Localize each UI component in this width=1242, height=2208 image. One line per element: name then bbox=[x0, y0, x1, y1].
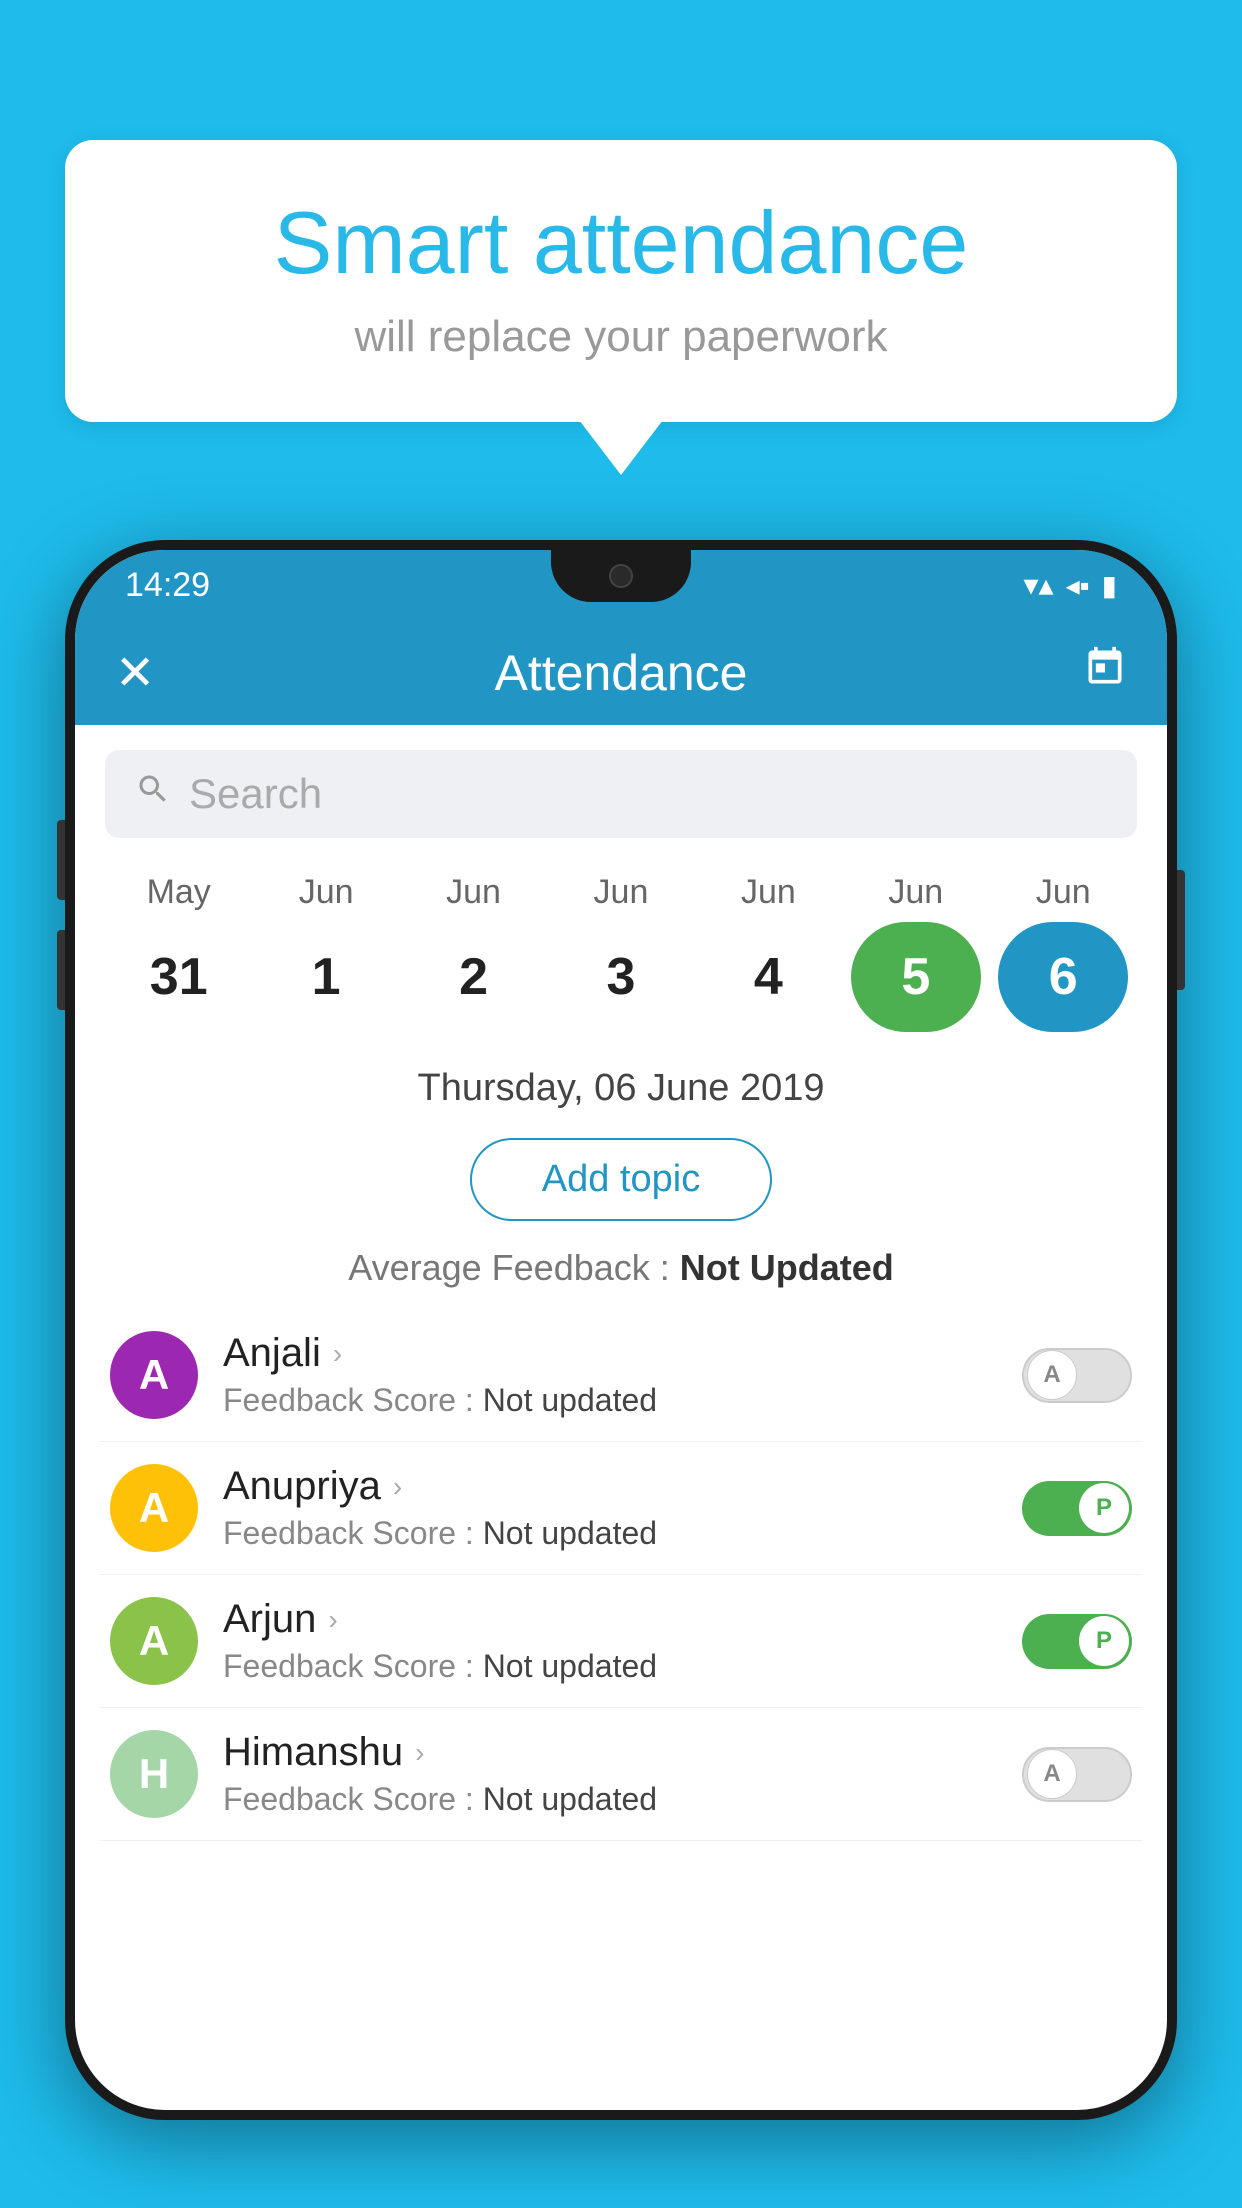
student-feedback-0: Feedback Score : Not updated bbox=[223, 1382, 997, 1419]
student-avatar-1: A bbox=[110, 1464, 198, 1552]
speech-bubble-container: Smart attendance will replace your paper… bbox=[65, 140, 1177, 475]
speech-bubble-arrow bbox=[579, 420, 663, 475]
student-feedback-3: Feedback Score : Not updated bbox=[223, 1781, 997, 1818]
student-info-3: Himanshu › Feedback Score : Not updated bbox=[223, 1730, 997, 1818]
date-item-5[interactable]: 5 bbox=[851, 922, 981, 1032]
app-bar-title: Attendance bbox=[175, 644, 1067, 702]
add-topic-container: Add topic bbox=[75, 1138, 1167, 1221]
month-label-4: Jun bbox=[703, 873, 833, 912]
student-avatar-3: H bbox=[110, 1730, 198, 1818]
month-label-1: Jun bbox=[261, 873, 391, 912]
month-label-5: Jun bbox=[851, 873, 981, 912]
add-topic-button[interactable]: Add topic bbox=[470, 1138, 772, 1221]
toggle-thumb-3: A bbox=[1027, 1749, 1077, 1799]
toggle-thumb-1: P bbox=[1079, 1483, 1129, 1533]
search-placeholder: Search bbox=[189, 770, 1107, 818]
phone-screen: 14:29 ▾▴ ◂▪ ▮ ✕ Attendance bbox=[75, 550, 1167, 2110]
date-item-0[interactable]: 31 bbox=[114, 922, 244, 1032]
phone-notch bbox=[551, 550, 691, 602]
search-bar[interactable]: Search bbox=[105, 750, 1137, 838]
status-icons: ▾▴ ◂▪ ▮ bbox=[1023, 568, 1117, 603]
avg-feedback-value: Not Updated bbox=[680, 1247, 894, 1288]
speech-bubble-title: Smart attendance bbox=[125, 195, 1117, 292]
volume-button-1 bbox=[57, 820, 65, 900]
date-labels: 31123456 bbox=[95, 912, 1147, 1052]
student-avatar-2: A bbox=[110, 1597, 198, 1685]
app-bar: ✕ Attendance bbox=[75, 620, 1167, 725]
month-label-3: Jun bbox=[556, 873, 686, 912]
student-info-2: Arjun › Feedback Score : Not updated bbox=[223, 1597, 997, 1685]
student-name-row-0: Anjali › bbox=[223, 1331, 997, 1376]
student-feedback-1: Feedback Score : Not updated bbox=[223, 1515, 997, 1552]
student-name-3: Himanshu bbox=[223, 1730, 403, 1775]
student-info-0: Anjali › Feedback Score : Not updated bbox=[223, 1331, 997, 1419]
wifi-icon: ▾▴ bbox=[1023, 568, 1053, 603]
toggle-thumb-2: P bbox=[1079, 1616, 1129, 1666]
student-list: AAnjali›Feedback Score : Not updatedAAAn… bbox=[75, 1309, 1167, 1841]
power-button bbox=[1177, 870, 1185, 990]
battery-icon: ▮ bbox=[1102, 569, 1117, 602]
date-item-3[interactable]: 3 bbox=[556, 922, 686, 1032]
avg-feedback-label: Average Feedback : bbox=[348, 1247, 680, 1288]
student-name-row-3: Himanshu › bbox=[223, 1730, 997, 1775]
status-time: 14:29 bbox=[125, 566, 210, 605]
date-item-1[interactable]: 1 bbox=[261, 922, 391, 1032]
student-chevron-icon-2: › bbox=[328, 1604, 337, 1636]
speech-bubble: Smart attendance will replace your paper… bbox=[65, 140, 1177, 422]
attendance-toggle-0[interactable]: A bbox=[1022, 1348, 1132, 1403]
student-item-1[interactable]: A Anupriya › Feedback Score : Not updated P bbox=[100, 1442, 1142, 1575]
student-name-row-1: Anupriya › bbox=[223, 1464, 997, 1509]
selected-date-text: Thursday, 06 June 2019 bbox=[417, 1067, 824, 1109]
student-name-row-2: Arjun › bbox=[223, 1597, 997, 1642]
date-item-6[interactable]: 6 bbox=[998, 922, 1128, 1032]
month-label-0: May bbox=[114, 873, 244, 912]
month-label-2: Jun bbox=[409, 873, 539, 912]
date-item-2[interactable]: 2 bbox=[409, 922, 539, 1032]
student-chevron-icon-1: › bbox=[393, 1471, 402, 1503]
calendar-row: May Jun Jun Jun Jun Jun Jun 31123456 bbox=[75, 853, 1167, 1052]
date-item-4[interactable]: 4 bbox=[703, 922, 833, 1032]
toggle-thumb-0: A bbox=[1027, 1350, 1077, 1400]
toggle-container-1[interactable]: P bbox=[1022, 1481, 1132, 1536]
average-feedback: Average Feedback : Not Updated bbox=[75, 1239, 1167, 1309]
student-item-2[interactable]: A Arjun › Feedback Score : Not updated P bbox=[100, 1575, 1142, 1708]
phone-container: 14:29 ▾▴ ◂▪ ▮ ✕ Attendance bbox=[65, 540, 1177, 2208]
month-labels: May Jun Jun Jun Jun Jun Jun bbox=[95, 873, 1147, 912]
search-icon bbox=[135, 771, 171, 817]
student-feedback-2: Feedback Score : Not updated bbox=[223, 1648, 997, 1685]
student-chevron-icon-3: › bbox=[415, 1737, 424, 1769]
student-avatar-0: A bbox=[110, 1331, 198, 1419]
student-name-0: Anjali bbox=[223, 1331, 321, 1376]
toggle-container-3[interactable]: A bbox=[1022, 1747, 1132, 1802]
attendance-toggle-1[interactable]: P bbox=[1022, 1481, 1132, 1536]
toggle-container-0[interactable]: A bbox=[1022, 1348, 1132, 1403]
attendance-toggle-3[interactable]: A bbox=[1022, 1747, 1132, 1802]
student-name-1: Anupriya bbox=[223, 1464, 381, 1509]
student-info-1: Anupriya › Feedback Score : Not updated bbox=[223, 1464, 997, 1552]
student-item-0[interactable]: A Anjali › Feedback Score : Not updated A bbox=[100, 1309, 1142, 1442]
toggle-container-2[interactable]: P bbox=[1022, 1614, 1132, 1669]
volume-button-2 bbox=[57, 930, 65, 1010]
selected-date-info: Thursday, 06 June 2019 bbox=[75, 1052, 1167, 1120]
close-button[interactable]: ✕ bbox=[115, 645, 175, 701]
signal-icon: ◂▪ bbox=[1066, 569, 1090, 602]
student-item-3[interactable]: H Himanshu › Feedback Score : Not updated A bbox=[100, 1708, 1142, 1841]
speech-bubble-subtitle: will replace your paperwork bbox=[125, 312, 1117, 362]
attendance-toggle-2[interactable]: P bbox=[1022, 1614, 1132, 1669]
student-chevron-icon-0: › bbox=[333, 1338, 342, 1370]
student-name-2: Arjun bbox=[223, 1597, 316, 1642]
notch-camera bbox=[609, 564, 633, 588]
calendar-button[interactable] bbox=[1083, 645, 1127, 700]
month-label-6: Jun bbox=[998, 873, 1128, 912]
phone-frame: 14:29 ▾▴ ◂▪ ▮ ✕ Attendance bbox=[65, 540, 1177, 2120]
